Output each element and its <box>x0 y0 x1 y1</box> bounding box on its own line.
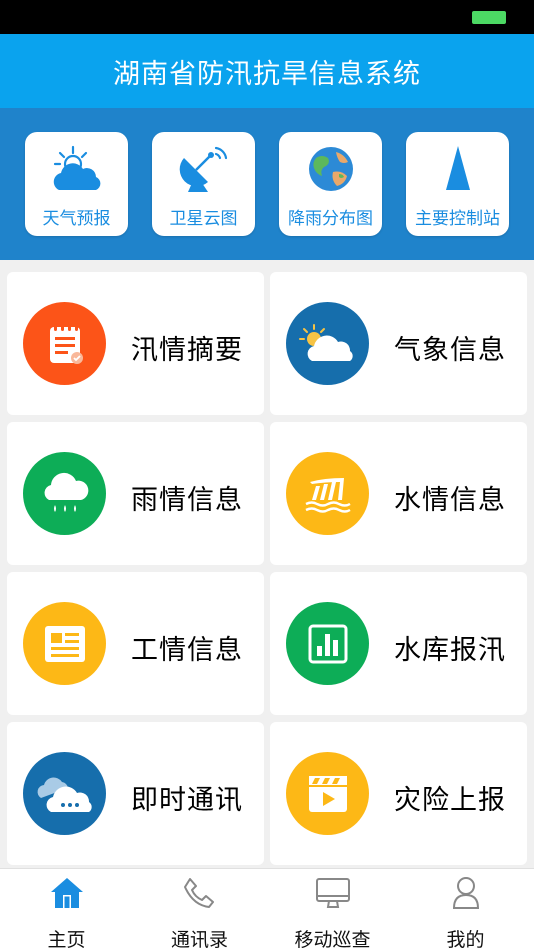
triangle-marker-icon <box>432 144 484 194</box>
tab-label: 主页 <box>47 929 86 950</box>
user-icon <box>446 875 486 911</box>
phone-icon <box>180 875 220 911</box>
module-rainfall[interactable]: 雨情信息 <box>7 422 264 565</box>
quick-link-label: 降雨分布图 <box>288 209 373 229</box>
tab-label: 移动巡查 <box>294 929 371 950</box>
quick-link-rainfall-map[interactable]: 降雨分布图 <box>279 132 382 236</box>
module-label: 灾险上报 <box>394 785 506 816</box>
module-label: 雨情信息 <box>131 485 243 516</box>
quick-link-weather[interactable]: 天气预报 <box>25 132 128 236</box>
tab-label: 通讯录 <box>170 929 228 950</box>
module-reservoir[interactable]: 水库报汛 <box>270 572 527 715</box>
tab-mobile-inspection[interactable]: 移动巡查 <box>266 869 399 950</box>
tab-home[interactable]: 主页 <box>0 869 133 950</box>
rain-cloud-icon <box>23 452 106 535</box>
module-label: 水库报汛 <box>394 635 506 666</box>
tab-profile[interactable]: 我的 <box>399 869 532 950</box>
globe-icon <box>305 144 357 194</box>
module-hydrology[interactable]: 水情信息 <box>270 422 527 565</box>
chat-cloud-icon <box>23 752 106 835</box>
app-title: 湖南省防汛抗旱信息系统 <box>113 58 421 90</box>
module-label: 汛情摘要 <box>131 335 243 366</box>
monitor-icon <box>313 875 353 911</box>
quick-link-label: 主要控制站 <box>415 209 500 229</box>
bar-chart-icon <box>286 602 369 685</box>
module-label: 气象信息 <box>394 335 506 366</box>
status-bar <box>0 0 534 34</box>
app-header: 湖南省防汛抗旱信息系统 <box>0 34 534 108</box>
module-label: 即时通讯 <box>131 785 243 816</box>
module-flood-summary[interactable]: 汛情摘要 <box>7 272 264 415</box>
tab-label: 我的 <box>446 929 485 950</box>
quick-link-satellite[interactable]: 卫星云图 <box>152 132 255 236</box>
quick-link-label: 卫星云图 <box>169 209 238 229</box>
module-instant-messaging[interactable]: 即时通讯 <box>7 722 264 865</box>
quick-link-control-station[interactable]: 主要控制站 <box>406 132 509 236</box>
notepad-icon <box>23 302 106 385</box>
battery-icon <box>472 11 506 24</box>
video-clapper-icon <box>286 752 369 835</box>
water-chart-icon <box>286 452 369 535</box>
module-label: 工情信息 <box>131 635 243 666</box>
satellite-dish-icon <box>178 144 230 194</box>
quick-link-label: 天气预报 <box>42 209 111 229</box>
module-engineering[interactable]: 工情信息 <box>7 572 264 715</box>
module-label: 水情信息 <box>394 485 506 516</box>
quick-links-band: 天气预报 卫星云图 降雨分布图 主要控制站 <box>0 108 534 260</box>
home-icon <box>47 875 87 911</box>
module-disaster-report[interactable]: 灾险上报 <box>270 722 527 865</box>
tab-contacts[interactable]: 通讯录 <box>133 869 266 950</box>
weather-cloud-sun-icon <box>51 144 103 194</box>
module-meteorology[interactable]: 气象信息 <box>270 272 527 415</box>
document-icon <box>23 602 106 685</box>
bottom-tab-bar: 主页 通讯录 移动巡查 我的 <box>0 868 534 950</box>
cloud-sun-icon <box>286 302 369 385</box>
